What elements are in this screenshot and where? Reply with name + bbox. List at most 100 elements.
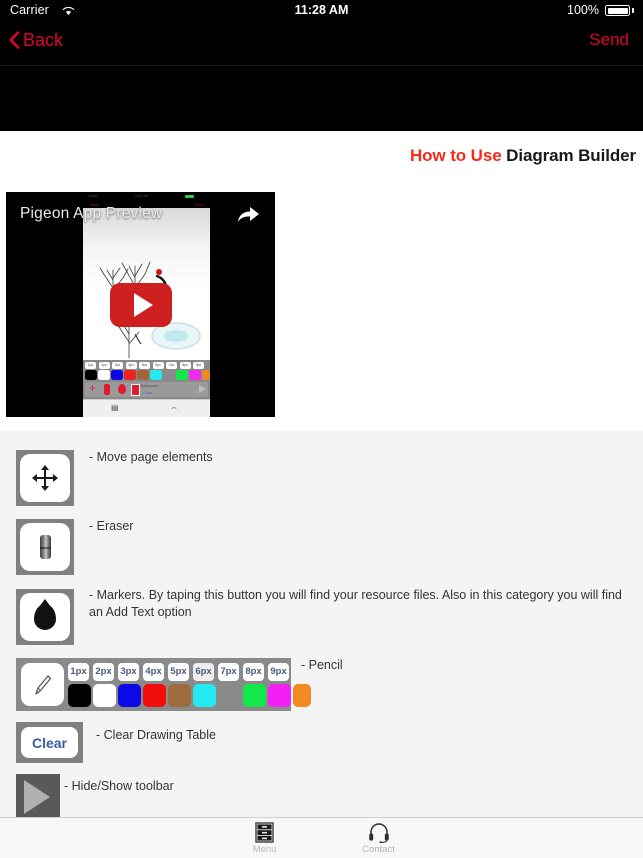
preview-swatch-black [85,370,97,380]
color-swatch-black[interactable] [68,684,91,707]
marker-tool-icon-box [16,589,74,645]
tab-bar: Menu Contact [0,817,643,858]
preview-px-row: 1px 2px 3px 4px 5px 6px 7px 8px 9px [85,362,208,369]
preview-background-label: Background [141,384,159,388]
px-option-6px[interactable]: 6px [193,663,214,681]
preview-px-5: 5px [139,362,150,369]
drawer-cabinet-icon-wrap [255,821,274,843]
page-title-red: How to Use [410,146,502,165]
instruction-text-eraser: - Eraser [89,519,134,533]
preview-px-8: 8px [179,362,191,369]
page-title: How to Use Diagram Builder [410,146,636,166]
status-bar: Carrier 11:28 AM 100% [0,0,643,22]
tab-contact[interactable]: Contact [344,821,414,855]
status-time: 11:28 AM [294,3,349,17]
px-option-8px[interactable]: 8px [243,663,264,681]
play-triangle-icon [133,292,153,317]
youtube-play-button[interactable] [109,282,172,327]
preview-pencil-icon [131,384,140,396]
color-swatch-orange[interactable] [293,684,311,707]
preview-expand-icon [199,385,206,393]
marker-pin-icon [34,604,56,630]
pencil-color-swatches [68,684,311,707]
tab-menu-label: Menu [252,844,277,855]
instruction-text-hide-show: - Hide/Show toolbar [64,779,174,793]
preview-px-4: 4px [125,362,137,369]
preview-time: 11:27 AM [135,194,149,198]
nav-bar: Back Send [0,22,643,66]
marker-icon-inner [20,593,70,641]
video-embed[interactable]: Carrier 11:27 AM Back Send 1px 2px 3px 4… [6,192,275,417]
nav-hairline [0,65,643,66]
preview-toolbar: 1px 2px 3px 4px 5px 6px 7px 8px 9px ✛ Ba… [83,360,210,399]
preview-px-2: 2px [98,362,110,369]
color-swatch-green[interactable] [243,684,266,707]
instructions-panel: - Move page elements - Eraser - Markers.… [0,431,643,817]
preview-swatch-magenta [189,370,201,380]
preview-carrier: Carrier [88,194,98,198]
drawer-cabinet-icon [255,822,274,843]
battery-percent-label: 100% [567,3,599,17]
px-option-2px[interactable]: 2px [93,663,114,681]
px-option-1px[interactable]: 1px [68,663,89,681]
preview-swatch-blue [111,370,123,380]
preview-swatch-orange [202,370,210,380]
preview-swatch-white [98,370,110,380]
preview-swatch-cyan [150,370,162,380]
share-arrow-icon[interactable] [235,204,261,226]
preview-px-6: 6px [152,362,164,369]
preview-battery-icon [185,194,194,198]
preview-tabbar: ▤ ⌢ [83,399,210,417]
toolbar-toggle-icon-box [16,774,60,817]
px-option-5px[interactable]: 5px [168,663,189,681]
color-swatch-blue[interactable] [118,684,141,707]
header-block: Carrier 11:28 AM 100% Back Send [0,0,643,131]
video-title: Pigeon App Preview [20,205,163,222]
color-swatch-cyan[interactable] [193,684,216,707]
clear-button[interactable]: Clear [21,727,78,758]
preview-px-7: 7px [166,362,177,369]
tab-contact-label: Contact [362,844,395,855]
preview-status-bar: Carrier 11:27 AM [83,192,210,200]
instruction-text-markers: - Markers. By taping this button you wil… [89,588,622,619]
back-button[interactable]: Back [9,31,63,49]
preview-px-9: 9px [193,362,204,369]
color-swatch-red[interactable] [143,684,166,707]
preview-px-1: 1px [85,362,96,369]
pencil-width-options: 1px 2px 3px 4px 5px 6px 7px 8px 9px [68,663,289,681]
preview-swatch-green [176,370,188,380]
preview-send-label: Send [194,201,204,207]
back-label: Back [23,30,64,50]
move-icon-inner [20,454,70,502]
preview-eraser-icon [104,384,110,395]
triangle-toggle-icon [23,780,50,814]
move-tool-icon-box [16,450,74,506]
instruction-text-move: - Move page elements [89,450,213,464]
color-swatch-brown[interactable] [168,684,191,707]
pencil-tool-strip: 1px 2px 3px 4px 5px 6px 7px 8px 9px [16,658,311,711]
chevron-left-icon [9,31,20,49]
app-root: Carrier 11:28 AM 100% Back Send How to U… [0,0,643,858]
preview-menu-icon: ▤ [111,403,119,412]
battery-nub [632,8,634,13]
instruction-text-pencil: - Pencil [301,658,343,672]
px-option-4px[interactable]: 4px [143,663,164,681]
px-option-9px[interactable]: 9px [268,663,289,681]
px-option-3px[interactable]: 3px [118,663,139,681]
pencil-icon-box [21,663,64,706]
preview-swatch-red [124,370,136,380]
preview-swatch-brown [137,370,149,380]
color-swatch-white[interactable] [93,684,116,707]
eraser-icon [39,535,51,559]
preview-clear-label: Clear [143,390,153,395]
preview-tool-row: ✛ Background Clear [85,382,208,397]
pencil-icon [34,674,51,695]
preview-px-3: 3px [112,362,123,369]
color-swatch-magenta[interactable] [268,684,291,707]
page-title-black: Diagram Builder [501,146,636,165]
send-button[interactable]: Send [589,31,629,49]
preview-contact-icon: ⌢ [171,402,177,412]
headset-icon-wrap [368,821,390,843]
px-option-7px[interactable]: 7px [218,663,239,681]
tab-menu[interactable]: Menu [230,821,300,855]
